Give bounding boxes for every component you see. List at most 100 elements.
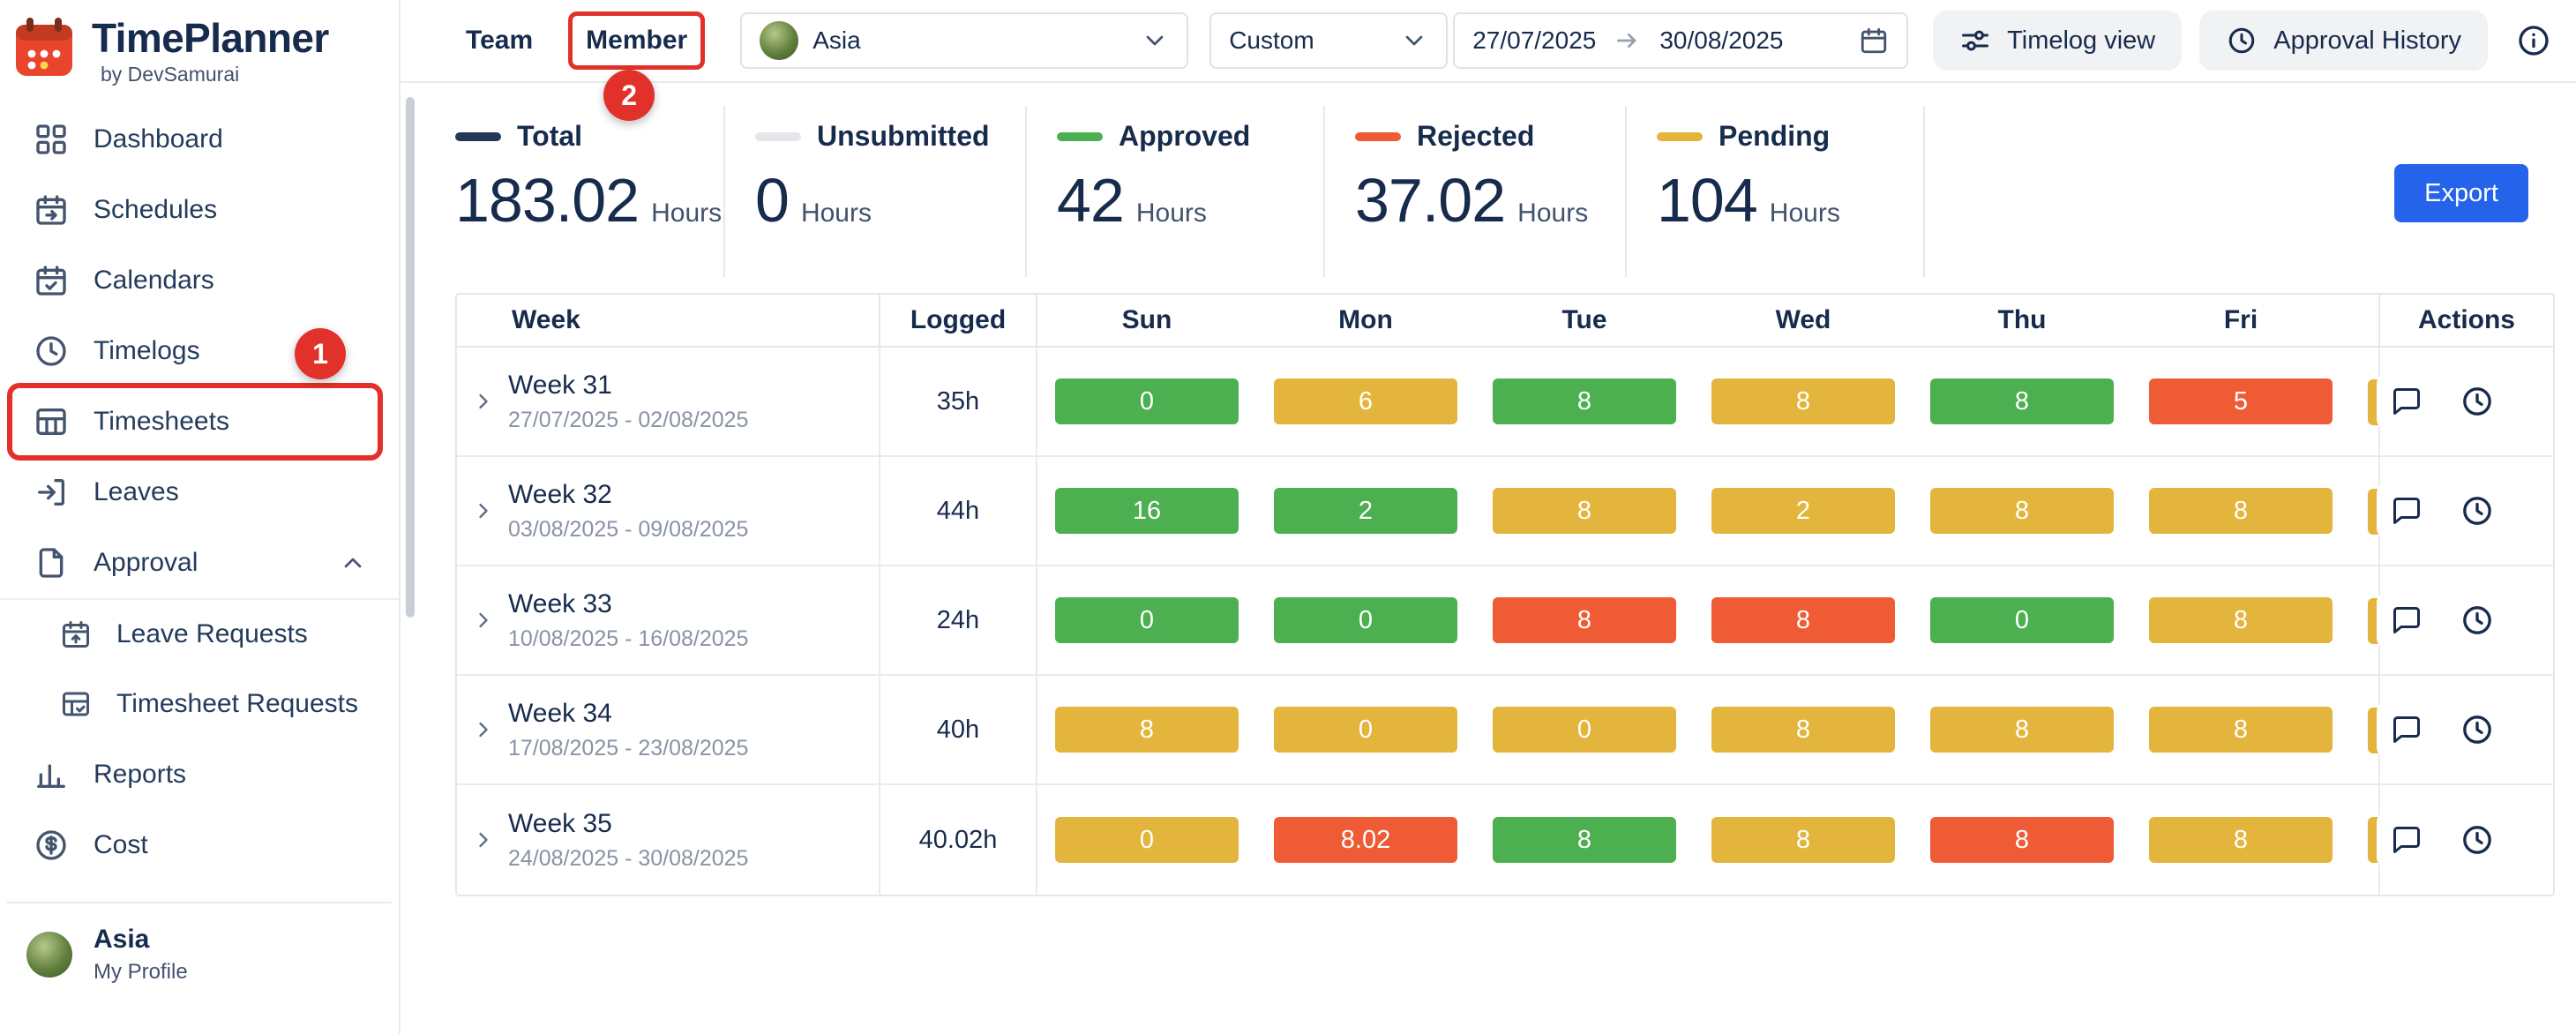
day-hours-bar[interactable]: 8	[1930, 817, 2114, 863]
comment-button[interactable]	[2377, 812, 2437, 868]
col-header-actions: Actions	[2378, 295, 2553, 346]
tab-member[interactable]: Member 2	[586, 26, 687, 56]
day-hours-bar[interactable]: 8	[1493, 817, 1676, 863]
sat-clipped-cell	[2350, 348, 2378, 455]
sidebar-item-leaves[interactable]: Leaves	[0, 457, 399, 528]
approval-history-button[interactable]: Approval History	[2199, 11, 2488, 71]
stat-color-dash	[1657, 132, 1703, 141]
timesheet-table: WeekLoggedSunMonTueWedThuFriActions Week…	[455, 293, 2555, 896]
comment-button[interactable]	[2377, 701, 2437, 758]
history-button[interactable]	[2460, 384, 2495, 419]
day-hours-bar[interactable]: 8	[1711, 817, 1895, 863]
day-hours-bar[interactable]: 8	[2149, 488, 2333, 534]
arrow-right-icon	[1614, 26, 1642, 55]
schedules-icon	[34, 192, 69, 228]
profile[interactable]: Asia My Profile	[0, 925, 399, 985]
range-preset-select[interactable]: Custom	[1209, 12, 1448, 69]
day-hours-bar[interactable]: 16	[1055, 488, 1239, 534]
sidebar-menu: Dashboard Schedules Calendars Timelogs Times…	[0, 104, 399, 880]
day-hours-bar[interactable]: 8	[1711, 378, 1895, 424]
logged-cell: 40.02h	[880, 785, 1037, 895]
day-hours-bar[interactable]: 8	[1930, 707, 2114, 753]
day-hours-bar[interactable]: 0	[1930, 597, 2114, 643]
sidebar-item-cost[interactable]: Cost	[0, 810, 399, 880]
comment-button[interactable]	[2377, 592, 2437, 648]
history-button[interactable]	[2460, 493, 2495, 528]
sidebar-item-timesheets[interactable]: Timesheets	[0, 386, 399, 457]
day-hours-bar[interactable]: 0	[1055, 378, 1239, 424]
day-hours-bar[interactable]: 0	[1274, 597, 1457, 643]
week-expand-cell[interactable]: Week 3127/07/2025 - 02/08/2025	[457, 348, 880, 455]
member-select[interactable]: Asia	[740, 12, 1188, 69]
timelog-view-button[interactable]: Timelog view	[1933, 11, 2182, 71]
day-hours-bar[interactable]: 8	[2149, 597, 2333, 643]
day-hours-bar[interactable]: 8	[1711, 707, 1895, 753]
week-expand-cell[interactable]: Week 3310/08/2025 - 16/08/2025	[457, 566, 880, 674]
comment-button[interactable]	[2377, 483, 2437, 539]
main-content: Team Member 2 Asia Custom 27/07/2025 30/…	[401, 0, 2576, 1034]
tab-team[interactable]: Team	[466, 26, 533, 56]
sidebar-item-schedules[interactable]: Schedules	[0, 175, 399, 245]
comment-button[interactable]	[2377, 373, 2437, 430]
sidebar-item-timesheet-requests[interactable]: Timesheet Requests	[0, 669, 399, 739]
member-avatar	[760, 21, 798, 60]
history-button[interactable]	[2460, 822, 2495, 858]
week-expand-cell[interactable]: Week 3203/08/2025 - 09/08/2025	[457, 457, 880, 565]
day-hours-bar[interactable]: 0	[1055, 817, 1239, 863]
stat-unit: Hours	[801, 199, 872, 229]
day-hours-bar[interactable]: 0	[1055, 597, 1239, 643]
chevron-right-icon	[471, 608, 496, 633]
sidebar-item-dashboard[interactable]: Dashboard	[0, 104, 399, 175]
sidebar-item-label: Calendars	[94, 266, 214, 296]
info-button[interactable]	[2516, 23, 2551, 58]
day-hours-bar[interactable]: 8.02	[1274, 817, 1457, 863]
sidebar-item-calendars[interactable]: Calendars	[0, 245, 399, 316]
day-hours-bar[interactable]: 8	[2149, 817, 2333, 863]
history-icon	[2460, 384, 2495, 419]
day-hours-bar[interactable]: 8	[1493, 488, 1676, 534]
calendar-icon	[1859, 26, 1889, 56]
sidebar-item-leave-requests[interactable]: Leave Requests	[0, 598, 399, 669]
app-logo: TimePlanner by DevSamurai	[0, 16, 399, 86]
annotation-step-1: 1	[295, 328, 346, 379]
day-hours-bar[interactable]: 5	[2149, 378, 2333, 424]
day-hours-bar[interactable]: 0	[1274, 707, 1457, 753]
date-range-picker[interactable]: 27/07/2025 30/08/2025	[1453, 12, 1908, 69]
day-hours-bar[interactable]: 8	[2149, 707, 2333, 753]
day-hours-bar[interactable]: 2	[1274, 488, 1457, 534]
sidebar-item-label: Dashboard	[94, 124, 223, 154]
comment-icon	[2391, 714, 2422, 746]
history-button[interactable]	[2460, 712, 2495, 747]
sat-clipped-cell	[2350, 676, 2378, 783]
week-date-range: 24/08/2025 - 30/08/2025	[508, 846, 748, 872]
day-hours-bar[interactable]: 8	[1930, 488, 2114, 534]
week-date-range: 10/08/2025 - 16/08/2025	[508, 626, 748, 652]
day-hours-bar[interactable]: 8	[1493, 378, 1676, 424]
day-hours-bar[interactable]: 2	[1711, 488, 1895, 534]
col-header-day: Mon	[1256, 295, 1475, 346]
export-button[interactable]: Export	[2394, 164, 2528, 222]
week-date-range: 27/07/2025 - 02/08/2025	[508, 408, 748, 433]
day-hours-bar[interactable]: 8	[1055, 707, 1239, 753]
chevron-right-icon	[471, 498, 496, 523]
stat-unit: Hours	[651, 199, 722, 229]
cost-icon	[34, 828, 69, 863]
day-hours-bar[interactable]: 8	[1493, 597, 1676, 643]
chevron-right-icon	[471, 828, 496, 852]
profile-name: Asia	[94, 925, 188, 955]
day-hours-bar[interactable]: 6	[1274, 378, 1457, 424]
day-hours-bar[interactable]: 8	[1930, 378, 2114, 424]
week-expand-cell[interactable]: Week 3524/08/2025 - 30/08/2025	[457, 785, 880, 895]
day-hours-bar[interactable]: 0	[1493, 707, 1676, 753]
topbar: Team Member 2 Asia Custom 27/07/2025 30/…	[401, 0, 2576, 83]
week-title: Week 34	[508, 699, 748, 729]
sidebar-item-approval[interactable]: Approval	[0, 528, 399, 598]
col-header-day: Wed	[1694, 295, 1913, 346]
history-button[interactable]	[2460, 603, 2495, 638]
stat-approved: Approved42Hours	[1027, 106, 1325, 277]
approval-history-label: Approval History	[2273, 26, 2461, 56]
sidebar-item-label: Timelogs	[94, 336, 200, 366]
sidebar-item-reports[interactable]: Reports	[0, 739, 399, 810]
week-expand-cell[interactable]: Week 3417/08/2025 - 23/08/2025	[457, 676, 880, 783]
day-hours-bar[interactable]: 8	[1711, 597, 1895, 643]
